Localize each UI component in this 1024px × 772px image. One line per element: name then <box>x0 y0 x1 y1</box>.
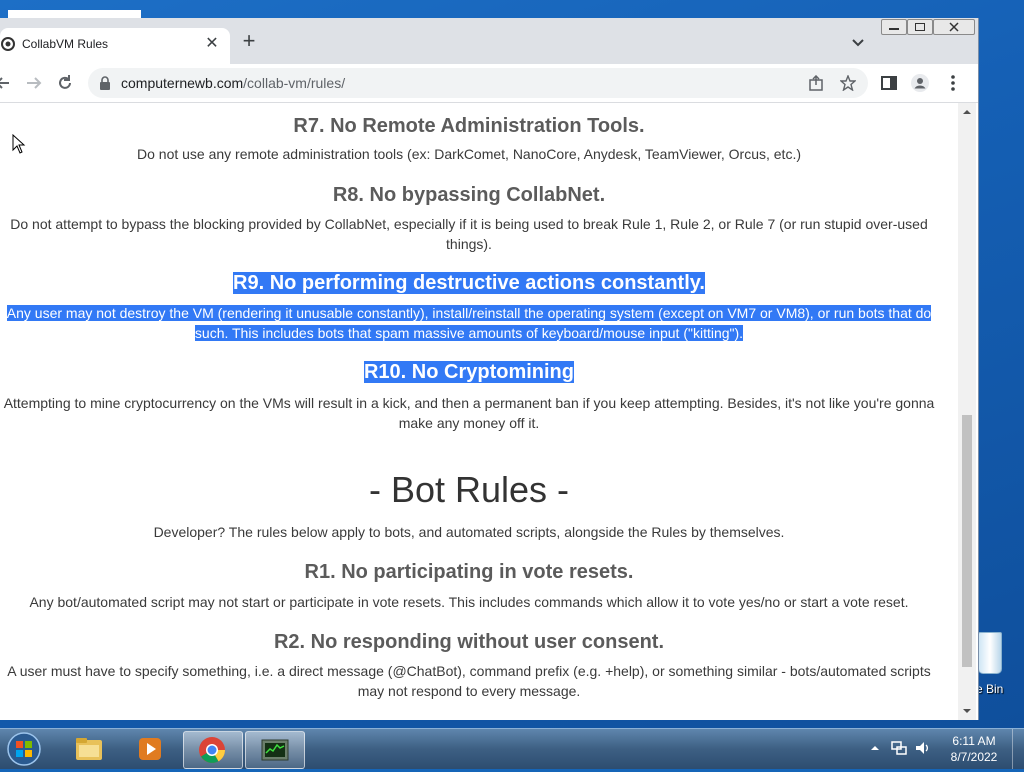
rule-r8-line1: Do not attempt to bypass the blocking pr… <box>10 216 928 232</box>
rule-r9-title: R9. No performing destructive actions co… <box>0 272 938 295</box>
profile-avatar-icon[interactable] <box>910 73 930 93</box>
clock[interactable]: 6:11 AM 8/7/2022 <box>944 733 1004 765</box>
mouse-cursor-icon <box>12 134 26 154</box>
rule-r10-line1: Attempting to mine cryptocurrency on the… <box>3 395 935 411</box>
url-path: /collab-vm/rules/ <box>243 75 346 91</box>
rule-r10-title-text: R10. No Cryptomining <box>363 361 574 383</box>
rule-r9-title-text: R9. No performing destructive actions co… <box>233 272 705 294</box>
rule-r8-text: Do not attempt to bypass the blocking pr… <box>0 214 938 254</box>
show-desktop-button[interactable] <box>1012 729 1024 769</box>
restore-icon <box>915 23 925 31</box>
clock-date: 8/7/2022 <box>950 750 998 764</box>
close-icon <box>949 22 959 32</box>
bot-rules-intro: Developer? The rules below apply to bots… <box>153 524 785 540</box>
back-icon[interactable] <box>0 73 14 93</box>
desktop-window-edge <box>8 10 141 18</box>
rule-r10-title: R10. No Cryptomining <box>0 361 938 384</box>
recycle-bin[interactable]: e Bin <box>976 628 1024 698</box>
show-hidden-icons-icon[interactable] <box>870 743 880 753</box>
browser-window: CollabVM Rules ✕ + computernewb.com/coll… <box>0 18 979 720</box>
minimize-button[interactable] <box>881 19 907 35</box>
task-manager-icon <box>261 739 289 761</box>
bot-rule-r1-text: Any bot/automated script may not start o… <box>29 594 909 610</box>
browser-toolbar: computernewb.com/collab-vm/rules/ <box>0 64 978 103</box>
tab-collabvm-rules[interactable]: CollabVM Rules ✕ <box>0 28 230 64</box>
taskbar-explorer[interactable] <box>60 731 118 767</box>
recycle-bin-icon <box>978 632 1002 674</box>
rule-r10-text: Attempting to mine cryptocurrency on the… <box>0 393 938 433</box>
address-bar[interactable]: computernewb.com/collab-vm/rules/ <box>88 68 868 98</box>
tab-search-chevron-icon[interactable] <box>849 34 867 52</box>
bot-rule-r2-title: R2. No responding without user consent. <box>273 631 665 653</box>
bot-rules-heading: - Bot Rules - <box>368 469 570 510</box>
rule-r9-text: Any user may not destroy the VM (renderi… <box>0 303 938 343</box>
bot-rule-r2-line2: may not respond to every message. <box>357 683 581 699</box>
bot-rule-r1-title: R1. No participating in vote resets. <box>304 561 634 583</box>
rule-r8-title: R8. No bypassing CollabNet. <box>332 184 606 206</box>
taskbar-task-manager[interactable] <box>245 731 305 769</box>
new-tab-button[interactable]: + <box>239 30 259 52</box>
rule-r7-title: R7. No Remote Administration Tools. <box>293 115 645 137</box>
side-panel-icon[interactable] <box>879 73 899 93</box>
tab-strip: CollabVM Rules ✕ + <box>0 18 978 64</box>
taskbar-chrome[interactable] <box>183 731 243 769</box>
page-content: R7. No Remote Administration Tools. Do n… <box>0 103 960 720</box>
folder-icon <box>76 738 102 760</box>
bot-rule-r2-line1: A user must have to specify something, i… <box>7 663 931 679</box>
rule-r9-line2: such. This includes bots that spam massi… <box>194 325 744 341</box>
rule-r8-line2: things). <box>446 236 492 252</box>
menu-kebab-icon[interactable] <box>943 73 963 93</box>
minimize-icon <box>889 28 899 30</box>
bookmark-star-icon[interactable] <box>840 75 856 91</box>
taskbar: 6:11 AM 8/7/2022 <box>0 728 1024 769</box>
tab-close-icon[interactable]: ✕ <box>204 34 220 54</box>
volume-icon[interactable] <box>914 739 932 757</box>
taskbar-media-player[interactable] <box>122 731 180 767</box>
scroll-up-arrow-icon[interactable] <box>962 107 972 117</box>
forward-icon[interactable] <box>24 73 44 93</box>
rule-r9-line1: Any user may not destroy the VM (renderi… <box>6 305 932 321</box>
close-window-button[interactable] <box>933 19 975 35</box>
lock-icon[interactable] <box>99 76 111 90</box>
clock-time: 6:11 AM <box>952 734 996 748</box>
url-text: computernewb.com/collab-vm/rules/ <box>121 75 345 91</box>
restore-button[interactable] <box>907 19 933 35</box>
tab-title: CollabVM Rules <box>22 37 109 51</box>
url-host: computernewb.com <box>121 75 244 91</box>
rule-r7-text: Do not use any remote administration too… <box>137 146 801 162</box>
recycle-bin-label: e Bin <box>976 682 1004 696</box>
scroll-down-arrow-icon[interactable] <box>962 706 972 716</box>
windows-orb-icon <box>7 732 41 766</box>
bot-rule-r2-text: A user must have to specify something, i… <box>0 661 938 701</box>
media-player-icon <box>139 738 161 760</box>
chrome-icon <box>199 737 226 763</box>
collabvm-favicon-icon <box>1 37 15 51</box>
page-scrollbar[interactable] <box>958 103 976 720</box>
rule-r10-line2: make any money off it. <box>398 415 540 431</box>
network-icon[interactable] <box>890 739 908 757</box>
scroll-thumb[interactable] <box>962 415 972 667</box>
reload-icon[interactable] <box>55 73 75 93</box>
share-icon[interactable] <box>808 75 824 91</box>
start-button[interactable] <box>4 731 44 767</box>
